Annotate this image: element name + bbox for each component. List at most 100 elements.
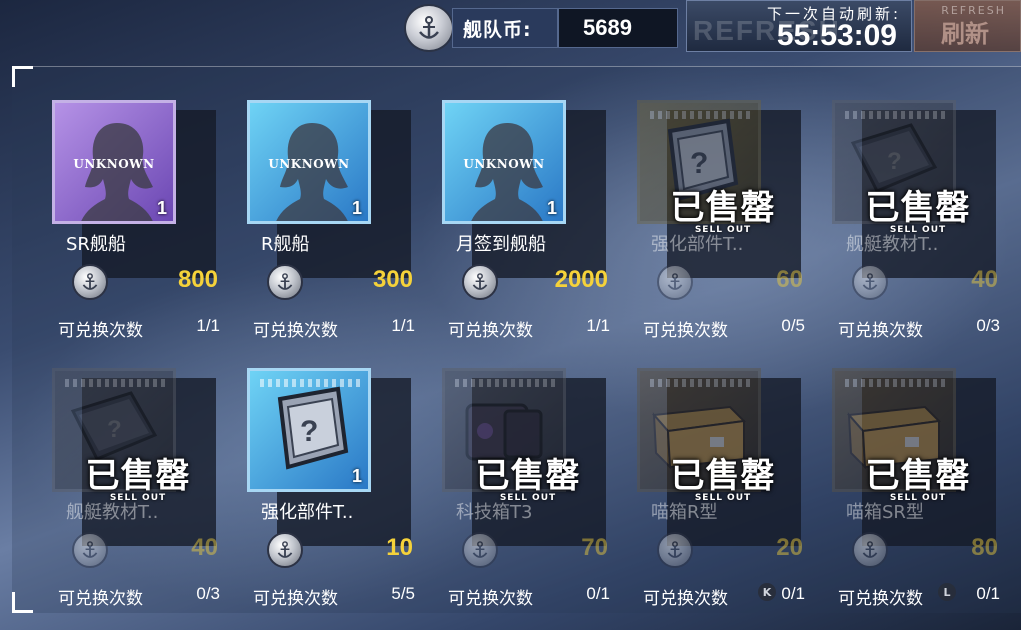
item-price: 80 — [971, 534, 998, 561]
fleet-coin-icon — [267, 264, 303, 300]
unknown-label: UNKNOWN — [463, 157, 545, 171]
anchor-glyph — [277, 541, 293, 558]
anchor-glyph — [277, 273, 293, 290]
item-quantity: 1 — [546, 198, 557, 218]
sold-out-label: 已售罄 — [865, 456, 971, 496]
item-price: 20 — [776, 534, 803, 561]
shop-item[interactable]: ? 舰艇教材T.. 40 可兑换次数 0/3 已售罄 SELL OUT — [828, 98, 1008, 353]
anchor-glyph — [862, 273, 878, 290]
refresh-button[interactable]: REFRESH 刷新 — [914, 0, 1021, 52]
shop-item[interactable]: ? 强化部件T.. 60 可兑换次数 0/5 已售罄 SELL OUT — [633, 98, 813, 353]
anchor-glyph — [472, 541, 488, 558]
refresh-countdown: 55:53:09 — [776, 19, 897, 52]
exchange-limit-label: 可兑换次数 — [58, 321, 143, 341]
sold-out-label: 已售罄 — [85, 456, 191, 496]
sold-out-stamp: 已售罄 SELL OUT — [828, 448, 1008, 503]
exchange-limit-label: 可兑换次数 — [58, 589, 143, 609]
anchor-glyph — [667, 541, 683, 558]
item-price: 800 — [177, 266, 218, 293]
fleet-coin-icon — [267, 532, 303, 568]
item-price: 60 — [776, 266, 803, 293]
exchange-limit-label: 可兑换次数 — [253, 321, 338, 341]
item-quantity: 1 — [351, 198, 362, 218]
l-key-hint-icon: L — [938, 583, 956, 601]
sold-out-label-en: SELL OUT — [694, 225, 752, 235]
unknown-label: UNKNOWN — [73, 157, 155, 171]
fleet-coin-icon — [657, 532, 693, 568]
anchor-glyph — [472, 273, 488, 290]
sold-out-label: 已售罄 — [475, 456, 581, 496]
sold-out-stamp: 已售罄 SELL OUT — [438, 448, 618, 503]
currency-label: 舰队币: — [463, 18, 532, 41]
currency-value: 5689 — [583, 15, 632, 40]
exchange-limit-value: 1/1 — [196, 316, 220, 335]
sold-out-stamp: 已售罄 SELL OUT — [633, 180, 813, 235]
shop-item[interactable]: 喵箱SR型 80 可兑换次数 0/1 已售罄 SELL OUT — [828, 366, 1008, 621]
sold-out-stamp: 已售罄 SELL OUT — [633, 448, 813, 503]
item-price: 70 — [581, 534, 608, 561]
exchange-limit-value: 1/1 — [586, 316, 610, 335]
shop-item[interactable]: 科技箱T3 70 可兑换次数 0/1 已售罄 SELL OUT — [438, 366, 618, 621]
item-card[interactable]: ? 1 — [247, 368, 371, 492]
anchor-glyph — [82, 273, 98, 290]
fleet-coin-icon — [72, 264, 108, 300]
panel-corner-bottom-left — [12, 592, 33, 613]
sold-out-label-en: SELL OUT — [889, 225, 947, 235]
fleet-coin-icon — [404, 4, 454, 52]
item-price: 40 — [191, 534, 218, 561]
exchange-limit-value: 0/3 — [196, 584, 220, 603]
svg-text:?: ? — [107, 416, 122, 443]
sold-out-label: 已售罄 — [670, 188, 776, 228]
anchor-glyph — [667, 273, 683, 290]
item-card[interactable]: UNKNOWN 1 — [52, 100, 176, 224]
item-quantity: 1 — [156, 198, 167, 218]
shop-item[interactable]: UNKNOWN 1 月签到舰船 2000 可兑换次数 1/1 — [438, 98, 618, 353]
enhance-part-icon: ? — [277, 386, 349, 470]
exchange-limit-value: 1/1 — [391, 316, 415, 335]
shop-item[interactable]: ? 舰艇教材T.. 40 可兑换次数 0/3 已售罄 SELL OUT — [48, 366, 228, 621]
sold-out-label-en: SELL OUT — [109, 493, 167, 503]
anchor-glyph — [82, 541, 98, 558]
svg-text:?: ? — [300, 415, 318, 448]
k-key-hint-icon: K — [758, 583, 776, 601]
sold-out-label: 已售罄 — [670, 456, 776, 496]
sold-out-stamp: 已售罄 SELL OUT — [48, 448, 228, 503]
panel-corner-top-left — [12, 66, 33, 87]
item-price: 300 — [372, 266, 413, 293]
exchange-limit-value: 0/3 — [976, 316, 1000, 335]
anchor-glyph — [862, 541, 878, 558]
item-card[interactable]: UNKNOWN 1 — [247, 100, 371, 224]
sold-out-label-en: SELL OUT — [694, 493, 752, 503]
exchange-limit-label: 可兑换次数 — [643, 321, 728, 341]
shop-item[interactable]: UNKNOWN 1 R舰船 300 可兑换次数 1/1 — [243, 98, 423, 353]
currency-value-box: 5689 — [558, 8, 678, 48]
refresh-timer: REFRESH 下一次自动刷新: 55:53:09 — [686, 0, 912, 52]
item-price: 40 — [971, 266, 998, 293]
refresh-button-label: 刷新 — [941, 20, 989, 48]
fleet-coin-icon — [852, 264, 888, 300]
exchange-limit-value: 0/1 — [976, 584, 1000, 603]
item-price: 10 — [386, 534, 413, 561]
item-name: 月签到舰船 — [456, 234, 546, 255]
svg-text:?: ? — [690, 147, 708, 180]
unknown-label: UNKNOWN — [268, 157, 350, 171]
item-quantity: 1 — [351, 466, 362, 486]
item-name: R舰船 — [261, 234, 310, 255]
top-bar: 舰队币: 5689 REFRESH 下一次自动刷新: 55:53:09 REFR… — [0, 0, 1021, 60]
exchange-limit-label: 可兑换次数 — [253, 589, 338, 609]
sold-out-stamp: 已售罄 SELL OUT — [828, 180, 1008, 235]
exchange-limit-value: 0/1 — [586, 584, 610, 603]
fleet-coin-icon — [657, 264, 693, 300]
shop-item[interactable]: 喵箱R型 20 可兑换次数 0/1 已售罄 SELL OUT — [633, 366, 813, 621]
shop-item[interactable]: ? 1 强化部件T.. 10 可兑换次数 5/5 — [243, 366, 423, 621]
shop-item[interactable]: UNKNOWN 1 SR舰船 800 可兑换次数 1/1 — [48, 98, 228, 353]
exchange-limit-label: 可兑换次数 — [448, 589, 533, 609]
exchange-limit-label: 可兑换次数 — [838, 321, 923, 341]
fleet-coin-icon — [72, 532, 108, 568]
fleet-coin-icon — [462, 264, 498, 300]
fleet-coin-icon — [462, 532, 498, 568]
item-card[interactable]: UNKNOWN 1 — [442, 100, 566, 224]
item-name: SR舰船 — [66, 234, 126, 255]
currency-label-box: 舰队币: — [452, 8, 558, 48]
exchange-limit-label: 可兑换次数 — [448, 321, 533, 341]
